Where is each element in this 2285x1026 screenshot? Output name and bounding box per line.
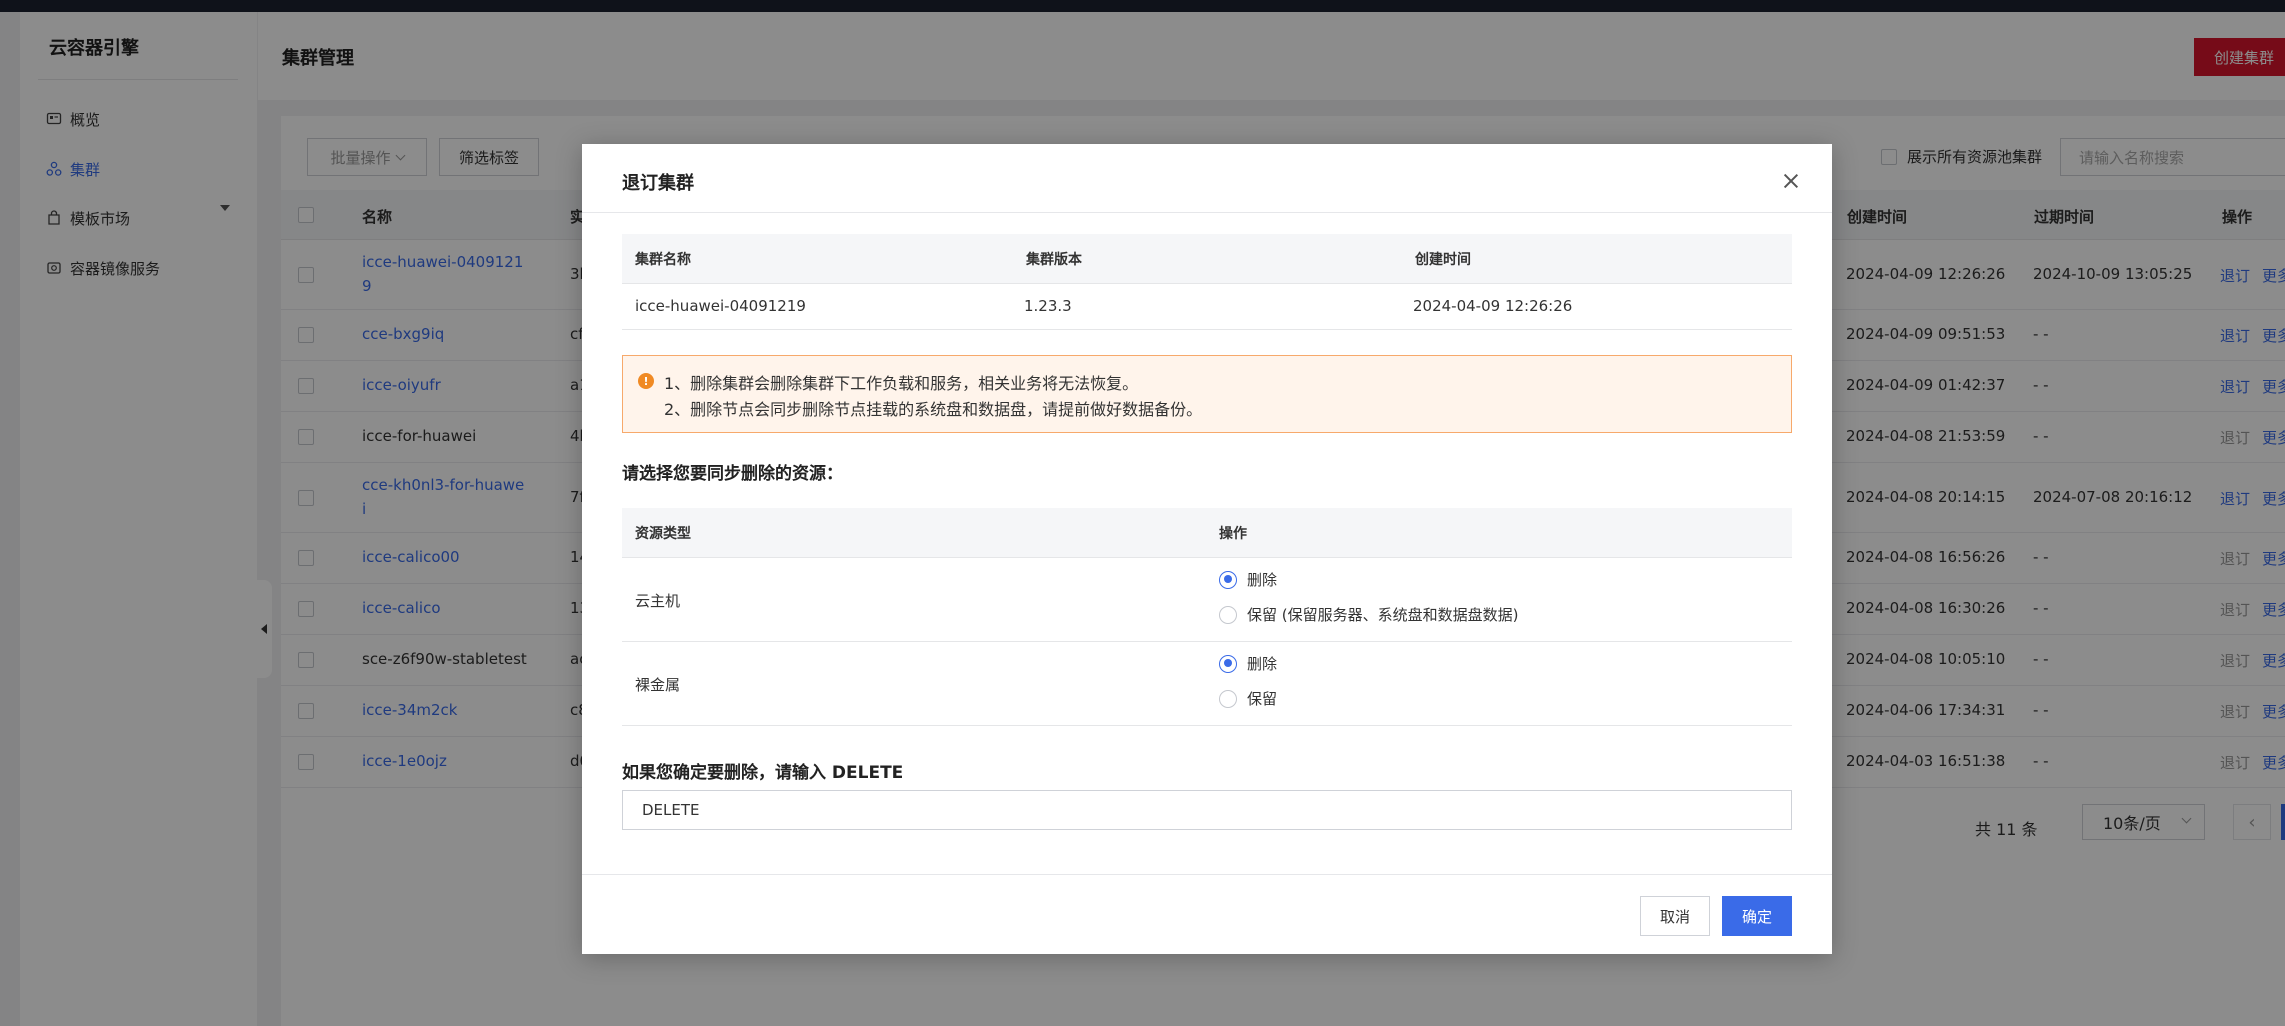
unsubscribe-cluster-dialog: 退订集群 集群名称 集群版本 创建时间 icce-huawei-04091219… [582,144,1832,954]
radio-label: 删除 [1247,655,1278,673]
info-cluster-version: 1.23.3 [1024,297,1072,315]
info-column-name: 集群名称 [635,252,691,268]
resource-section-title: 请选择您要同步删除的资源： [622,464,843,484]
radio-keep-bare-metal[interactable]: 保留 [1219,688,1277,709]
confirm-input-value: DELETE [642,801,700,819]
resource-type: 裸金属 [635,676,681,694]
radio-keep-cloud-host[interactable]: 保留 (保留服务器、系统盘和数据盘数据) [1219,604,1518,625]
warning-icon: ! [638,373,654,389]
info-column-version: 集群版本 [1026,252,1082,268]
radio-label: 保留 [1247,690,1278,708]
radio-label: 保留 (保留服务器、系统盘和数据盘数据) [1247,606,1519,624]
resource-column-action: 操作 [1219,526,1247,542]
warning-alert: ! 1、删除集群会删除集群下工作负载和服务，相关业务将无法恢复。 2、删除节点会… [622,355,1792,433]
cancel-button[interactable]: 取消 [1640,896,1710,936]
radio-label: 删除 [1247,571,1278,589]
resource-table-header: 资源类型 操作 [622,508,1792,558]
dialog-footer-divider [582,874,1832,875]
cluster-info-row: icce-huawei-04091219 1.23.3 2024-04-09 1… [622,284,1792,330]
confirm-label: 如果您确定要删除，请输入 DELETE [622,763,904,783]
radio-delete-cloud-host[interactable]: 删除 [1219,569,1277,590]
resource-row-cloud-host: 云主机 删除 保留 (保留服务器、系统盘和数据盘数据) [622,558,1792,642]
resource-row-bare-metal: 裸金属 删除 保留 [622,642,1792,726]
warning-line-1: 1、删除集群会删除集群下工作负载和服务，相关业务将无法恢复。 [664,374,1139,393]
resource-column-type: 资源类型 [635,526,691,542]
confirm-delete-input[interactable]: DELETE [622,790,1792,830]
confirm-button[interactable]: 确定 [1722,896,1792,936]
cluster-info-header: 集群名称 集群版本 创建时间 [622,234,1792,284]
dialog-title: 退订集群 [622,173,694,194]
close-icon[interactable] [1782,172,1800,190]
dialog-header-divider [582,212,1832,213]
info-cluster-created: 2024-04-09 12:26:26 [1413,297,1573,315]
radio-button[interactable] [1219,654,1237,673]
warning-line-2: 2、删除节点会同步删除节点挂载的系统盘和数据盘，请提前做好数据备份。 [664,400,1203,419]
radio-delete-bare-metal[interactable]: 删除 [1219,653,1277,674]
radio-button[interactable] [1219,605,1237,624]
info-column-created: 创建时间 [1415,252,1471,268]
radio-button[interactable] [1219,570,1237,589]
resource-type: 云主机 [635,592,681,610]
radio-button[interactable] [1219,689,1237,708]
info-cluster-name: icce-huawei-04091219 [635,297,806,315]
